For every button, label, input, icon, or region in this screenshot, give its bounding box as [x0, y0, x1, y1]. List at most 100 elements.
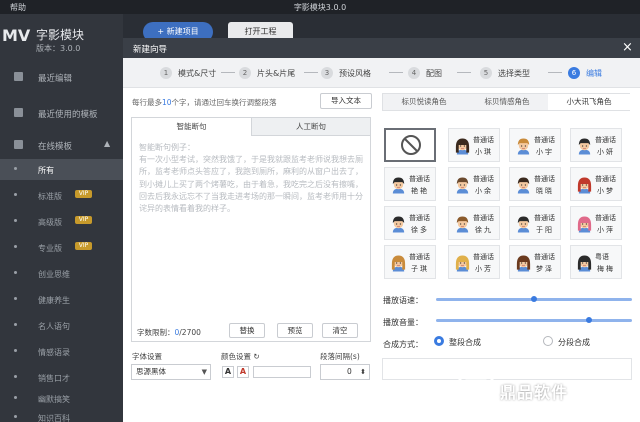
- volume-slider[interactable]: [436, 319, 632, 322]
- tab-biaobei-reading[interactable]: 标贝悦读角色: [383, 94, 465, 110]
- sidebar-subitem-label: 专业版: [38, 244, 62, 253]
- voice-card[interactable]: 普通话 徐多: [384, 206, 436, 240]
- bullet-icon: [14, 396, 17, 399]
- bullet-icon: [14, 375, 17, 378]
- voice-card[interactable]: 普通话 小芳: [448, 245, 500, 279]
- font-select[interactable]: 思源黑体 ▼: [131, 364, 211, 380]
- tab-xunfei-voices[interactable]: 小大讯飞角色: [548, 94, 630, 110]
- voice-card[interactable]: 粤语 梅梅: [570, 245, 622, 279]
- sidebar-subitem-all[interactable]: 所有: [0, 159, 123, 180]
- paragraph-spacing-input[interactable]: 0 ⬍: [320, 364, 370, 380]
- bullet-icon: [14, 415, 17, 418]
- volume-slider-handle[interactable]: [585, 317, 592, 323]
- segment-synthesis-label[interactable]: 分段合成: [558, 337, 590, 348]
- color-preview[interactable]: [253, 366, 311, 378]
- sidebar-subitem-advanced[interactable]: 高级版 VIP: [0, 211, 123, 232]
- paragraph-spacing-value: 0: [347, 367, 352, 376]
- speed-label: 播放语速：: [383, 296, 423, 305]
- sidebar-subitem-sales[interactable]: 销售口才: [0, 367, 123, 388]
- step-number: 6: [568, 67, 580, 79]
- hint-text: 每行最多: [132, 98, 162, 107]
- voice-name: 小妍: [597, 148, 615, 156]
- whole-synthesis-label[interactable]: 整段合成: [449, 337, 481, 348]
- voice-card[interactable]: 普通话 小琪: [448, 128, 500, 162]
- voice-card[interactable]: 普通话 艳艳: [384, 167, 436, 201]
- voice-card[interactable]: 普通话 晓晓: [509, 167, 561, 201]
- close-icon[interactable]: ×: [622, 40, 633, 55]
- avatar-icon: [577, 216, 592, 233]
- tab-smart-segmentation[interactable]: 智能断句: [132, 118, 251, 136]
- sidebar-subitem-emotion[interactable]: 情感语录: [0, 341, 123, 362]
- sidebar-item-recent-edit[interactable]: 最近编辑: [0, 66, 123, 88]
- tab-biaobei-emotion[interactable]: 标贝情感角色: [466, 94, 548, 110]
- voice-card[interactable]: 普通话 小萍: [570, 206, 622, 240]
- font-select-value: 思源黑体: [136, 367, 166, 376]
- hint-number: 10: [162, 98, 172, 107]
- script-editor: 智能断句 人工断句 智能断句例子： 有一次小型考试，突然我饿了，于是我就跟监考老师…: [131, 117, 371, 342]
- voice-language: 普通话: [534, 175, 555, 183]
- sidebar-item-label: 最近编辑: [38, 74, 73, 84]
- volume-label: 播放音量：: [383, 318, 423, 327]
- preview-button[interactable]: 预览: [277, 323, 313, 338]
- avatar-icon: [392, 177, 405, 194]
- speed-slider-handle[interactable]: [531, 296, 537, 302]
- sidebar-subitem-startup[interactable]: 创业思维: [0, 263, 123, 284]
- line-limit-hint: 每行最多10个字，请通过回车换行调整段落: [132, 97, 277, 108]
- chevron-up-icon[interactable]: ▲: [104, 139, 110, 148]
- voice-card[interactable]: 普通话 子琪: [384, 245, 436, 279]
- bullet-icon: [14, 271, 17, 274]
- voice-card[interactable]: 普通话 梦泽: [509, 245, 561, 279]
- voice-card[interactable]: 普通话 小余: [448, 167, 500, 201]
- avatar-icon: [578, 138, 591, 155]
- avatar-icon: [455, 255, 470, 272]
- replace-button[interactable]: 替换: [229, 323, 265, 338]
- segmentation-tabs: 智能断句 人工断句: [132, 118, 370, 136]
- step-number: 4: [408, 67, 420, 79]
- voice-card[interactable]: 普通话 小宇: [509, 128, 561, 162]
- bullet-icon: [14, 297, 17, 300]
- stroke-color-button[interactable]: A: [237, 366, 249, 378]
- voice-card[interactable]: 普通话 小妍: [570, 128, 622, 162]
- voice-card[interactable]: 普通话 徐九: [448, 206, 500, 240]
- sidebar-subitem-label: 销售口才: [38, 374, 70, 383]
- font-color-button[interactable]: A: [222, 366, 234, 378]
- sidebar-subitem-label: 创业思维: [38, 270, 70, 279]
- sidebar-subitem-standard[interactable]: 标准版 VIP: [0, 185, 123, 206]
- refresh-icon[interactable]: ↻: [253, 352, 259, 361]
- watermark: 鼎品软件: [458, 368, 640, 422]
- stepper-icon[interactable]: ⬍: [360, 365, 366, 379]
- script-textarea[interactable]: 智能断句例子： 有一次小型考试，突然我饿了，于是我就跟监考老师说我想去厕所，监考老…: [139, 142, 365, 215]
- tab-manual-segmentation[interactable]: 人工断句: [251, 118, 370, 136]
- step-number: 2: [239, 67, 251, 79]
- step-divider: [304, 72, 318, 73]
- bullet-icon: [14, 193, 17, 196]
- import-text-button[interactable]: 导入文本: [320, 93, 372, 109]
- vip-badge: VIP: [75, 242, 92, 250]
- voice-card[interactable]: 普通话 小梦: [570, 167, 622, 201]
- title-bar: 帮助 字影模块3.0.0: [0, 0, 640, 14]
- sidebar-subitem-humor[interactable]: 幽默搞笑: [0, 388, 123, 409]
- dialog-title: 新建向导: [133, 45, 168, 55]
- voice-card[interactable]: 普通话 于阳: [509, 206, 561, 240]
- window-title: 字影模块3.0.0: [293, 3, 347, 12]
- vip-badge: VIP: [75, 216, 92, 224]
- voice-name: 小宇: [536, 148, 554, 156]
- sidebar-subitem-label: 高级版: [38, 218, 62, 227]
- step-label: 预设风格: [339, 69, 371, 78]
- voice-none-option[interactable]: [384, 128, 436, 162]
- sidebar-subitem-quotes[interactable]: 名人语句: [0, 315, 123, 336]
- sidebar-subitem-knowledge[interactable]: 知识百科: [0, 407, 123, 422]
- clear-button[interactable]: 清空: [322, 323, 358, 338]
- sidebar-subitem-pro[interactable]: 专业版 VIP: [0, 237, 123, 258]
- bullet-icon: [14, 323, 17, 326]
- new-wizard-dialog: 新建向导 × 1 模式&尺寸 2 片头&片尾 3 预设风格 4 配图 5 选择类…: [123, 38, 640, 422]
- voice-name: 梅梅: [597, 265, 615, 273]
- ban-icon: [401, 135, 421, 155]
- sidebar: MV 字影模块 版本：3.0.0 最近编辑 最近使用的模板 在线模板 ▲ 所有 …: [0, 14, 123, 422]
- radio-segment-synthesis[interactable]: [543, 336, 553, 346]
- radio-whole-synthesis[interactable]: [434, 336, 444, 346]
- voice-name: 小芳: [475, 265, 493, 273]
- sidebar-item-recent-templates[interactable]: 最近使用的模板: [0, 102, 123, 124]
- sidebar-subitem-health[interactable]: 健康养生: [0, 289, 123, 310]
- sidebar-item-online-templates[interactable]: 在线模板 ▲: [0, 134, 123, 156]
